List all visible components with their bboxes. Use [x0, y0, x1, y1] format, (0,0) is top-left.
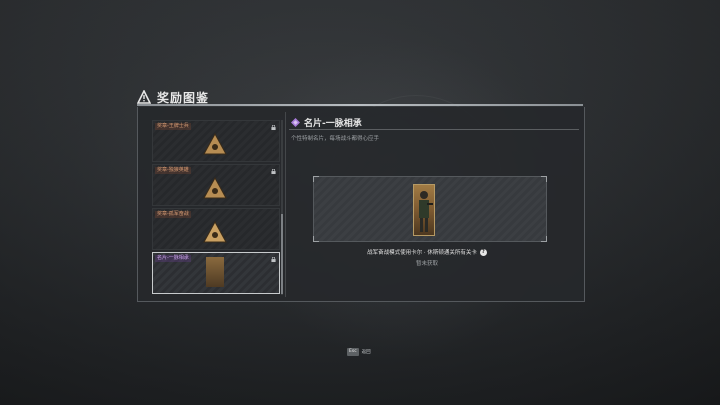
reward-item[interactable]: 奖章-独狼英雄	[152, 164, 280, 206]
question-icon[interactable]: ?	[479, 248, 487, 256]
unlock-condition: 战军奋战模式使用卡尔 · 休斯顿通关所有关卡 ?	[300, 248, 554, 256]
reward-item-tag: 名片-一脉相承	[155, 255, 191, 262]
frame-corner	[541, 236, 547, 242]
reward-item-tag: 奖章-王牌士兵	[155, 123, 191, 130]
reward-item-tag: 奖章-孤军奋战	[155, 211, 191, 218]
soldier-silhouette-icon	[419, 191, 433, 232]
detail-description: 个性特制名片，每场战斗都得心应手	[291, 136, 380, 142]
header-divider	[137, 104, 583, 106]
detail-title-underline	[289, 129, 579, 130]
medal-emblem-icon	[203, 177, 227, 199]
gem-icon	[291, 118, 300, 127]
lock-icon	[271, 125, 276, 130]
reward-item-tag: 奖章-独狼英雄	[155, 167, 191, 174]
name-card-preview	[413, 184, 435, 236]
lock-icon	[271, 169, 276, 174]
esc-key-badge[interactable]: Esc	[347, 348, 359, 356]
back-hint[interactable]: Esc 返回	[347, 348, 371, 356]
name-card-thumbnail	[206, 257, 224, 287]
detail-title: 名片-一脉相承	[291, 116, 362, 129]
frame-corner	[313, 176, 319, 182]
unlock-condition-text: 战军奋战模式使用卡尔 · 休斯顿通关所有关卡	[367, 250, 477, 256]
detail-title-text: 名片-一脉相承	[304, 119, 362, 129]
acquire-status: 暂未获取	[415, 261, 438, 267]
reward-list[interactable]: 奖章-王牌士兵 奖章-独狼英雄 奖章-孤军奋战 名片-一脉相承	[152, 120, 280, 295]
list-scrollbar-thumb[interactable]	[281, 214, 283, 294]
panel-divider	[285, 112, 286, 297]
back-label[interactable]: 返回	[362, 349, 371, 355]
frame-corner	[541, 176, 547, 182]
medal-emblem-icon	[203, 221, 227, 243]
medal-emblem-icon	[203, 133, 227, 155]
reward-item-selected[interactable]: 名片-一脉相承	[152, 252, 280, 294]
warning-triangle-icon	[137, 90, 151, 104]
reward-item[interactable]: 奖章-王牌士兵	[152, 120, 280, 162]
lock-icon	[271, 257, 276, 262]
frame-corner	[313, 236, 319, 242]
reward-item[interactable]: 奖章-孤军奋战	[152, 208, 280, 250]
window-title: 奖励图鉴	[157, 90, 210, 105]
